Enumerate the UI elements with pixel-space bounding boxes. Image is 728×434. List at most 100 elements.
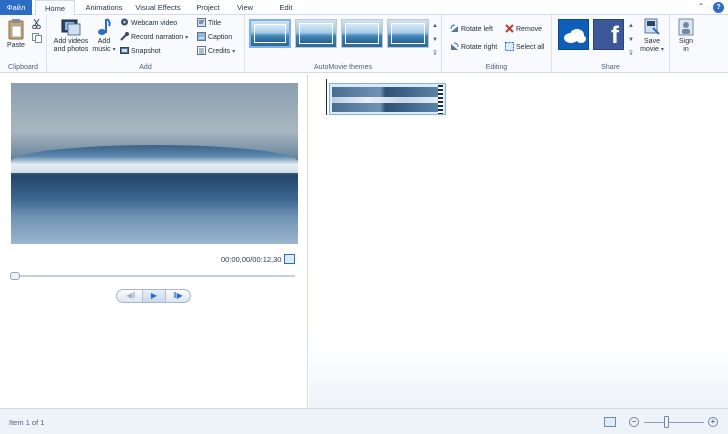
add-videos-photos-button[interactable]: Add videos and photos bbox=[51, 18, 91, 54]
themes-gallery-scroll[interactable]: ▲ ▼ ⊽ bbox=[431, 19, 439, 63]
theme-thumbnail-4-image bbox=[391, 23, 425, 44]
sign-in-button[interactable]: Sign in bbox=[673, 18, 699, 54]
rotate-left-button[interactable]: Rotate left bbox=[450, 24, 493, 36]
record-narration-dropdown-icon: ▾ bbox=[185, 35, 189, 41]
item-count: Item 1 of 1 bbox=[9, 418, 45, 427]
share-up-icon[interactable]: ▲ bbox=[627, 19, 635, 33]
rotate-left-label: Rotate left bbox=[461, 26, 493, 33]
caption-button[interactable]: Caption bbox=[197, 32, 232, 44]
seek-bar[interactable] bbox=[11, 275, 295, 277]
select-all-icon bbox=[505, 42, 514, 51]
tab-project[interactable]: Project bbox=[187, 0, 229, 15]
paste-button[interactable]: Paste bbox=[4, 18, 28, 50]
tab-file[interactable]: Файл bbox=[0, 0, 32, 15]
save-movie-label-1: Save bbox=[644, 38, 660, 45]
share-down-icon[interactable]: ▼ bbox=[627, 33, 635, 47]
theme-thumbnail-3[interactable] bbox=[341, 19, 383, 48]
microphone-icon bbox=[120, 32, 129, 41]
theme-thumbnail-4[interactable] bbox=[387, 19, 429, 48]
zoom-slider[interactable] bbox=[644, 422, 704, 423]
fullscreen-icon[interactable] bbox=[284, 254, 295, 264]
copy-icon[interactable] bbox=[32, 33, 42, 43]
video-preview[interactable] bbox=[11, 83, 298, 244]
tab-home[interactable]: Home bbox=[35, 0, 75, 16]
zoom-in-button[interactable]: + bbox=[708, 417, 718, 427]
storyboard-clip[interactable] bbox=[329, 83, 446, 115]
sign-in-group: Sign in bbox=[670, 15, 701, 73]
clipboard-group-label: Clipboard bbox=[8, 64, 38, 71]
playhead[interactable] bbox=[326, 79, 327, 115]
rotate-left-icon bbox=[450, 24, 458, 32]
minimize-ribbon-icon[interactable]: ⌃ bbox=[696, 1, 706, 13]
next-frame-button[interactable]: ‖▶ bbox=[166, 290, 190, 302]
tab-edit[interactable]: Edit bbox=[269, 0, 303, 15]
remove-button[interactable]: Remove bbox=[505, 24, 542, 36]
snapshot-icon bbox=[120, 47, 129, 54]
select-all-label: Select all bbox=[516, 44, 545, 51]
caption-label: Caption bbox=[208, 34, 233, 41]
add-videos-label-1: Add videos bbox=[53, 38, 89, 45]
save-movie-button[interactable]: Save movie ▾ bbox=[638, 18, 666, 54]
paste-label: Paste bbox=[7, 42, 25, 49]
paste-icon bbox=[8, 19, 24, 40]
add-music-button[interactable]: Add music ▾ bbox=[91, 18, 117, 54]
sign-in-label-1: Sign bbox=[678, 38, 693, 45]
rotate-right-icon bbox=[451, 42, 459, 50]
onedrive-share-button[interactable] bbox=[558, 19, 589, 50]
share-group-label: Share bbox=[601, 64, 620, 71]
credits-dropdown-icon: ▾ bbox=[232, 49, 236, 55]
theme-thumbnail-1-image bbox=[254, 24, 286, 43]
gallery-down-icon[interactable]: ▼ bbox=[431, 33, 439, 47]
tab-visual-effects[interactable]: Visual Effects bbox=[131, 0, 185, 15]
title-button[interactable]: Title bbox=[197, 18, 221, 30]
storyboard-pane bbox=[309, 74, 728, 408]
share-more-icon[interactable]: ⊽ bbox=[627, 47, 635, 61]
rotate-right-button[interactable]: Rotate right bbox=[450, 42, 497, 54]
zoom-out-button[interactable]: − bbox=[629, 417, 639, 427]
editing-group: Rotate left Rotate right Remove Select a… bbox=[442, 15, 552, 73]
seek-thumb[interactable] bbox=[10, 272, 20, 280]
facebook-share-button[interactable]: f bbox=[593, 19, 624, 50]
share-gallery-scroll[interactable]: ▲ ▼ ⊽ bbox=[627, 19, 635, 63]
gallery-up-icon[interactable]: ▲ bbox=[431, 19, 439, 33]
title-label: Title bbox=[208, 20, 221, 27]
save-movie-label-2: movie bbox=[640, 46, 659, 53]
facebook-icon: f bbox=[611, 22, 619, 49]
play-button[interactable]: ▶ bbox=[142, 290, 166, 302]
credits-icon bbox=[197, 46, 206, 55]
theme-thumbnail-2[interactable] bbox=[295, 19, 337, 48]
film-photo-icon bbox=[61, 19, 81, 36]
preview-water bbox=[11, 175, 298, 244]
tab-view[interactable]: View bbox=[229, 0, 261, 15]
ribbon: Paste Clipboard Add videos and photos Ad… bbox=[0, 15, 728, 73]
automovie-themes-label: AutoMovie themes bbox=[314, 64, 372, 71]
previous-frame-button[interactable]: ◀‖ bbox=[119, 290, 143, 302]
music-note-icon bbox=[98, 18, 111, 35]
theme-thumbnail-1[interactable] bbox=[249, 19, 291, 48]
tab-animations[interactable]: Animations bbox=[79, 0, 129, 15]
remove-label: Remove bbox=[516, 26, 543, 33]
clip-thumbnail bbox=[332, 87, 439, 112]
film-sprocket-icon bbox=[438, 85, 443, 114]
save-movie-icon bbox=[644, 18, 660, 35]
scissors-icon[interactable] bbox=[32, 19, 41, 29]
record-narration-label: Record narration bbox=[131, 34, 184, 41]
aspect-ratio-icon[interactable] bbox=[604, 417, 616, 427]
add-music-label-2: music bbox=[92, 46, 111, 53]
snapshot-button[interactable]: Snapshot bbox=[120, 46, 161, 58]
credits-button[interactable]: Credits ▾ bbox=[197, 46, 235, 58]
status-bar: Item 1 of 1 − + bbox=[0, 408, 728, 434]
webcam-video-button[interactable]: Webcam video bbox=[120, 18, 177, 30]
select-all-button[interactable]: Select all bbox=[505, 42, 544, 54]
add-music-dropdown-icon: ▾ bbox=[112, 47, 116, 53]
record-narration-button[interactable]: Record narration ▾ bbox=[120, 32, 188, 44]
theme-thumbnail-3-image bbox=[345, 23, 379, 44]
webcam-icon bbox=[121, 18, 128, 26]
add-group: Add videos and photos Add music ▾ Webcam… bbox=[47, 15, 245, 73]
zoom-slider-thumb[interactable] bbox=[664, 416, 670, 428]
share-group: f ▲ ▼ ⊽ Save movie ▾ Share bbox=[552, 15, 670, 73]
gallery-more-icon[interactable]: ⊽ bbox=[431, 47, 439, 61]
help-icon[interactable]: ? bbox=[713, 2, 724, 13]
snapshot-label: Snapshot bbox=[131, 48, 161, 55]
editing-group-label: Editing bbox=[485, 64, 508, 71]
